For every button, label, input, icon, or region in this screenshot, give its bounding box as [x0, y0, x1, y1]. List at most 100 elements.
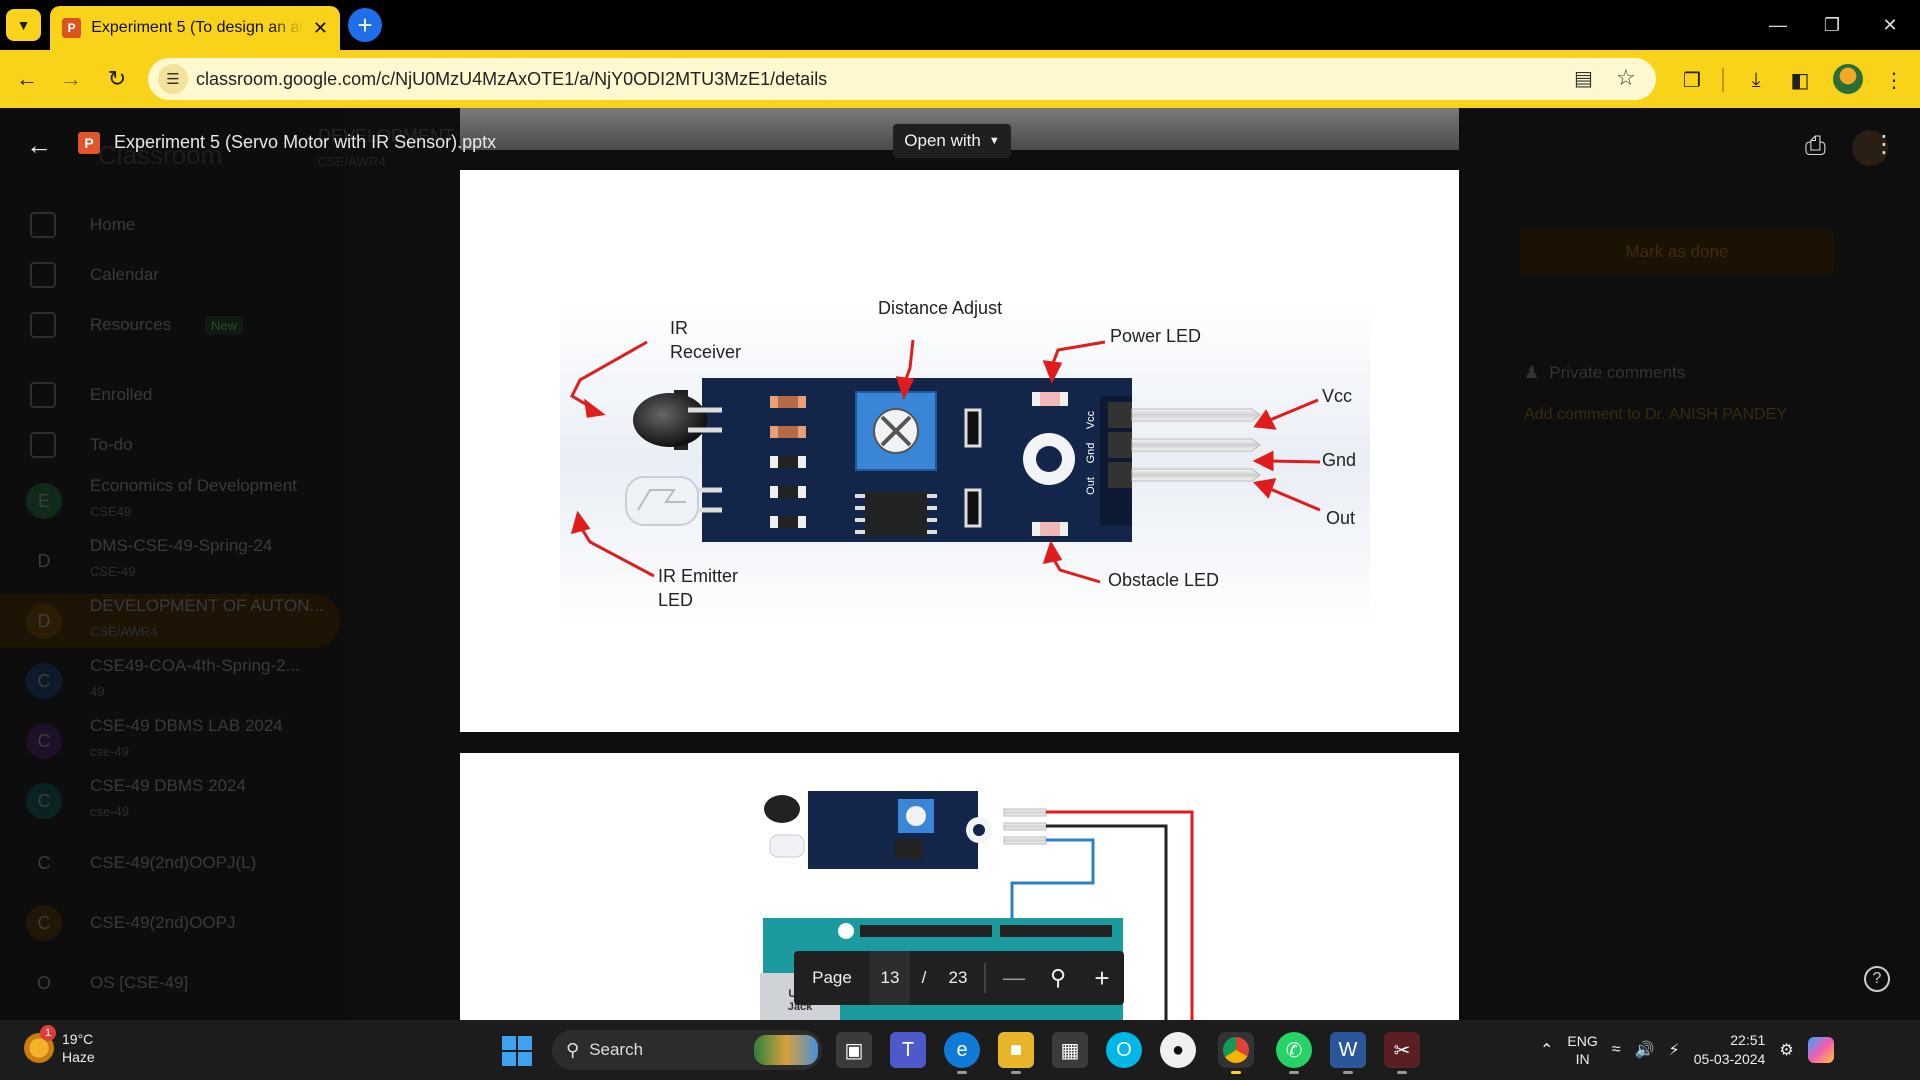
close-window-icon[interactable]: ✕	[1870, 10, 1910, 40]
wifi-icon[interactable]: ≈	[1612, 1041, 1621, 1059]
system-tray: ⌃ ENG IN ≈ 🔊 ⚡ 22:51 05-03-2024 ⚙	[1540, 1020, 1834, 1080]
new-tab-button[interactable]: +	[348, 8, 382, 42]
sidebar-item-enrolled[interactable]: Enrolled	[0, 370, 340, 420]
course-item[interactable]: C CSE-49 DBMS LAB 2024 cse-49	[0, 714, 340, 768]
close-tab-icon[interactable]: ✕	[313, 18, 328, 39]
mini-emitter	[769, 834, 805, 858]
calendar-icon	[30, 262, 56, 288]
page-number-input[interactable]: 13	[870, 951, 910, 1005]
more-options-icon[interactable]: ⋮	[1872, 130, 1896, 160]
reload-icon[interactable]: ↻	[102, 64, 132, 94]
mini-receiver	[764, 795, 800, 823]
todo-icon	[30, 432, 56, 458]
header-pins	[1131, 408, 1261, 482]
mark-as-done-button[interactable]: Mark as done	[1520, 230, 1834, 274]
course-item[interactable]: E Economics of Development CSE49	[0, 474, 340, 528]
edge-icon[interactable]: e	[944, 1032, 980, 1074]
sidebar-item-resources[interactable]: Resources New	[0, 300, 340, 350]
course-item[interactable]: C CSE-49 DBMS 2024 cse-49	[0, 774, 340, 828]
cortana-icon[interactable]: O	[1106, 1032, 1142, 1068]
site-info-icon[interactable]: ☰	[158, 64, 188, 94]
new-badge: New	[205, 315, 244, 335]
page-controls: Page 13 / 23 — ⚲ +	[794, 951, 1124, 1005]
taskbar-search[interactable]: ⚲ Search	[552, 1030, 822, 1070]
github-icon[interactable]: ●	[1160, 1032, 1196, 1068]
teams-icon[interactable]: T	[890, 1032, 926, 1068]
label-ir-receiver-1: IR	[670, 318, 688, 338]
sidebar-item-home[interactable]: Home	[0, 200, 340, 250]
whatsapp-icon[interactable]: ✆	[1276, 1032, 1312, 1074]
enrolled-icon	[30, 382, 56, 408]
word-icon[interactable]: W	[1330, 1032, 1366, 1074]
slides-favicon-icon: P	[62, 18, 82, 38]
side-panel-icon[interactable]: ◧	[1786, 66, 1814, 94]
weather-desc: Haze	[62, 1049, 95, 1065]
pin-label-vcc: Vcc	[1085, 410, 1097, 429]
windows-start-icon[interactable]	[502, 1036, 532, 1066]
course-name: DMS-CSE-49-Spring-24	[90, 536, 273, 555]
course-avatar: C	[26, 663, 62, 699]
active-tab[interactable]: P Experiment 5 (To design an au ✕	[50, 6, 340, 50]
clock-date: 05-03-2024	[1693, 1051, 1766, 1067]
notifications-icon[interactable]: ⚙	[1779, 1040, 1793, 1060]
add-comment-link[interactable]: Add comment to Dr. ANISH PANDEY	[1524, 406, 1787, 424]
task-view-icon[interactable]: ▣	[836, 1032, 872, 1068]
course-name: CSE-49 DBMS 2024	[90, 776, 246, 795]
label-distance-adjust: Distance Adjust	[878, 298, 1002, 318]
course-item-selected[interactable]: D DEVELOPMENT OF AUTON... CSE/AWR4	[0, 594, 340, 648]
help-icon[interactable]: ?	[1864, 966, 1890, 992]
course-name: Economics of Development	[90, 476, 297, 495]
course-avatar: C	[26, 783, 62, 819]
url-text[interactable]: classroom.google.com/c/NjU0MzU4MzAxOTE1/…	[196, 69, 827, 90]
course-item[interactable]: O OS [CSE-49]	[0, 958, 340, 1008]
volume-icon[interactable]: 🔊	[1635, 1040, 1655, 1060]
label-out: Out	[1326, 508, 1355, 528]
tab-search-button[interactable]: ▼	[6, 9, 41, 41]
minimize-icon[interactable]: —	[1758, 10, 1798, 40]
pin-label-out: Out	[1085, 477, 1097, 495]
bookmark-star-icon[interactable]: ☆	[1616, 65, 1636, 91]
copilot-icon[interactable]	[1807, 1037, 1834, 1063]
ir-emitter-led	[625, 476, 699, 526]
tab-title: Experiment 5 (To design an au	[91, 19, 303, 36]
zoom-out-icon[interactable]: —	[992, 965, 1036, 991]
back-icon[interactable]: ←	[12, 64, 42, 94]
caret-down-icon: ▼	[988, 135, 1000, 147]
course-name: CSE-49(2nd)OOPJ(L)	[90, 853, 257, 872]
sidebar-label: To-do	[90, 435, 133, 454]
file-explorer-icon[interactable]: ■	[998, 1032, 1034, 1074]
clock[interactable]: 22:51 05-03-2024	[1694, 1031, 1766, 1069]
course-item[interactable]: C CSE49-COA-4th-Spring-2... 49	[0, 654, 340, 708]
tray-expand-icon[interactable]: ⌃	[1540, 1040, 1553, 1060]
language-indicator[interactable]: ENG IN	[1567, 1032, 1597, 1068]
search-label: Search	[589, 1040, 644, 1059]
course-item[interactable]: C CSE-49(2nd)OOPJ	[0, 898, 340, 948]
profile-avatar[interactable]	[1833, 64, 1863, 94]
comparator-ic	[865, 492, 927, 536]
battery-icon[interactable]: ⚡	[1668, 1040, 1679, 1060]
forward-icon[interactable]: →	[56, 64, 86, 94]
restore-icon[interactable]: ❐	[1812, 10, 1852, 40]
viewer-back-icon[interactable]: ←	[26, 130, 56, 160]
course-item[interactable]: D DMS-CSE-49-Spring-24 CSE-49	[0, 534, 340, 588]
pptx-file-icon: P	[78, 132, 100, 154]
microsoft-store-icon[interactable]: ▦	[1052, 1032, 1088, 1068]
browser-menu-icon[interactable]: ⋮	[1880, 66, 1908, 94]
address-bar[interactable]: ☰ classroom.google.com/c/NjU0MzU4MzAxOTE…	[148, 58, 1656, 100]
chrome-icon[interactable]	[1218, 1032, 1254, 1074]
zoom-icon[interactable]: ⚲	[1036, 965, 1080, 991]
snipping-tool-icon[interactable]: ✂	[1384, 1032, 1420, 1074]
sidebar-item-todo[interactable]: To-do	[0, 420, 340, 470]
sidebar-item-calendar[interactable]: Calendar	[0, 250, 340, 300]
course-item[interactable]: C CSE-49(2nd)OOPJ(L)	[0, 838, 340, 888]
weather-widget[interactable]: 1 19°C Haze	[24, 1025, 95, 1066]
course-sub: 49	[90, 684, 105, 699]
extensions-icon[interactable]: ❐	[1678, 66, 1706, 94]
download-icon[interactable]: ⤓	[1742, 66, 1770, 94]
zoom-in-icon[interactable]: +	[1080, 963, 1124, 994]
open-with-button[interactable]: Open with ▼	[893, 124, 1011, 158]
course-header-section: CSE/AWR4	[318, 154, 386, 169]
install-app-icon[interactable]: ▤	[1574, 66, 1593, 91]
print-icon[interactable]: ⎙	[1805, 130, 1835, 160]
windows-taskbar: 1 19°C Haze ⚲ Search ▣ T e ■ ▦ O ● ✆ W ✂…	[0, 1020, 1920, 1080]
